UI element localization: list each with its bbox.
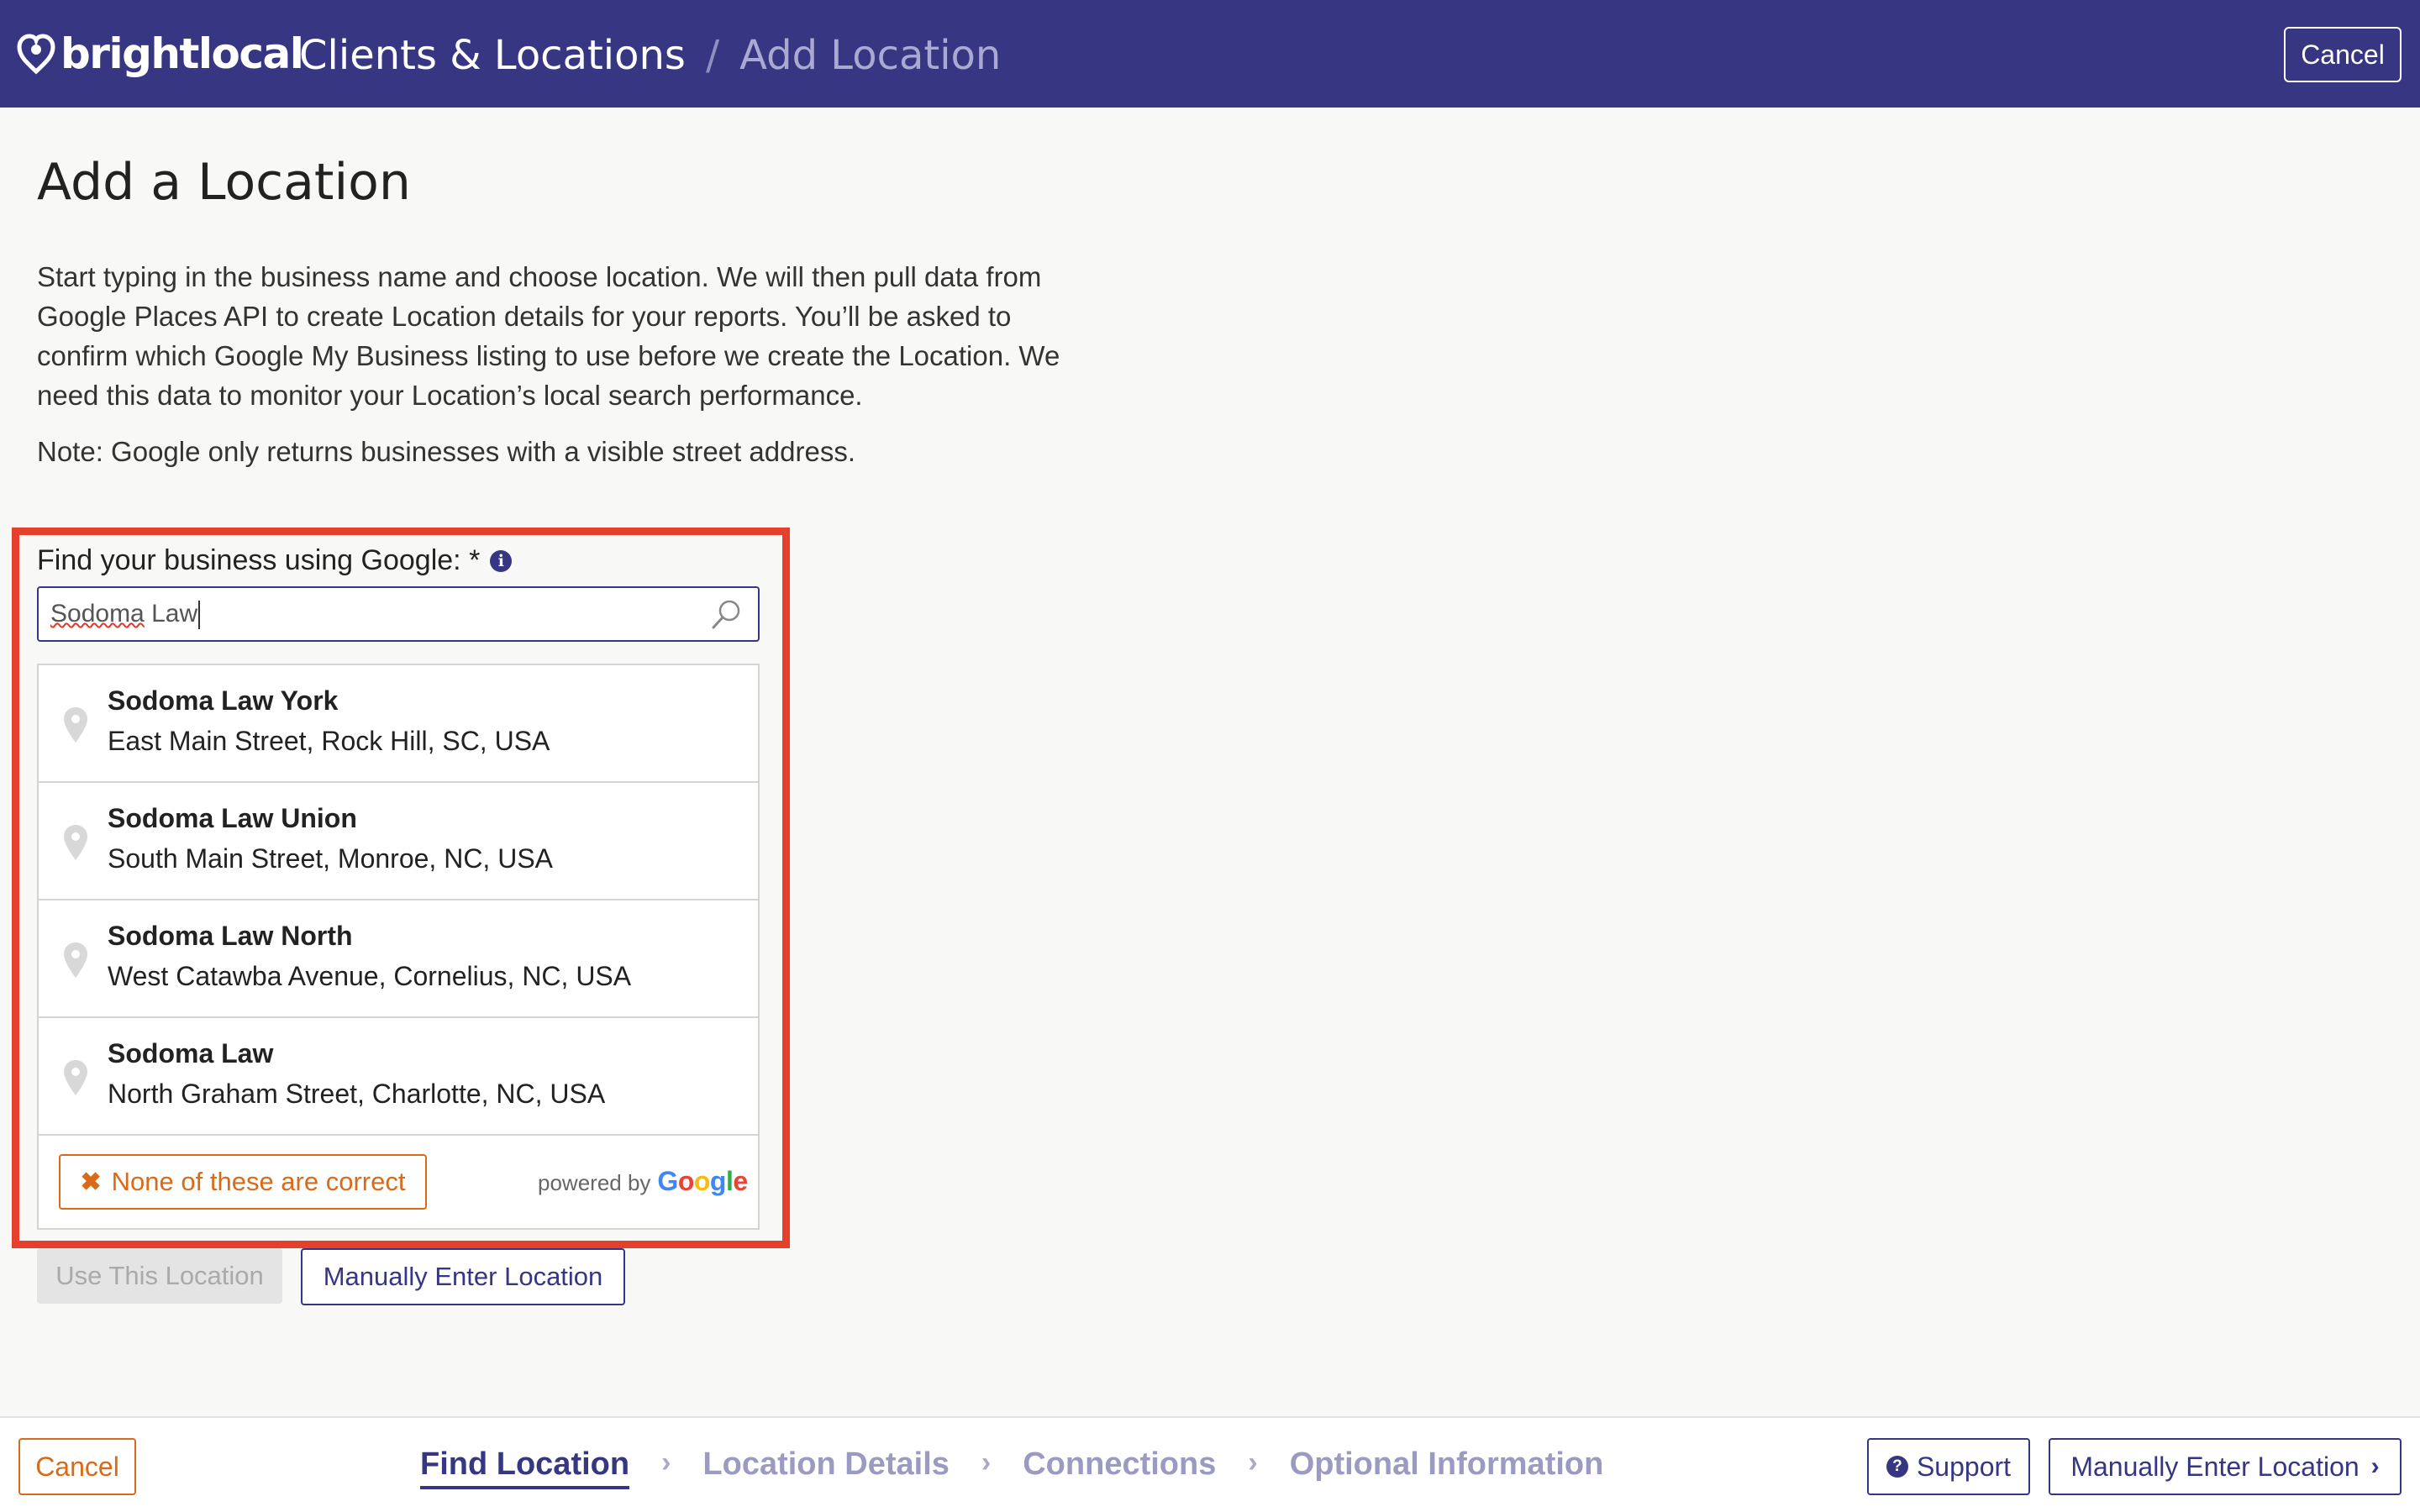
suggestion-address: East Main Street, Rock Hill, SC, USA xyxy=(108,726,550,756)
suggestion-address: North Graham Street, Charlotte, NC, USA xyxy=(108,1079,606,1109)
step-optional-information[interactable]: Optional Information xyxy=(1290,1446,1604,1483)
breadcrumb-current: Add Location xyxy=(739,32,1002,79)
suggestion-item[interactable]: Sodoma Law York East Main Street, Rock H… xyxy=(39,665,758,783)
step-find-location[interactable]: Find Location xyxy=(420,1446,630,1489)
powered-by-text: powered by xyxy=(538,1170,651,1195)
map-pin-icon xyxy=(64,825,87,860)
suggestion-address: West Catawba Avenue, Cornelius, NC, USA xyxy=(108,961,632,991)
map-pin-icon xyxy=(64,1060,87,1095)
footer-bar: Cancel Find Location › Location Details … xyxy=(0,1416,2420,1512)
suggestion-address: South Main Street, Monroe, NC, USA xyxy=(108,843,553,874)
header-cancel-button[interactable]: Cancel xyxy=(2284,27,2402,82)
close-icon: ✖ xyxy=(80,1168,102,1196)
spellcheck-word: Sodoma xyxy=(50,600,145,627)
intro-text: Start typing in the business name and ch… xyxy=(37,261,1060,411)
chevron-right-icon: › xyxy=(2370,1452,2380,1480)
note-text: Note: Google only returns businesses wit… xyxy=(37,436,855,467)
step-connections[interactable]: Connections xyxy=(1023,1446,1216,1483)
footer-cancel-button[interactable]: Cancel xyxy=(18,1438,136,1495)
suggestion-name: Sodoma Law North xyxy=(108,921,353,951)
suggestion-item[interactable]: Sodoma Law North Graham Street, Charlott… xyxy=(39,1018,758,1136)
breadcrumb-clients-locations[interactable]: Clients & Locations xyxy=(299,32,686,79)
search-input-value[interactable]: Sodoma Law xyxy=(50,600,201,630)
chevron-right-icon: › xyxy=(1248,1446,1258,1478)
search-field-label: Find your business using Google: * i xyxy=(37,544,513,577)
heart-pin-logo-icon xyxy=(17,34,55,75)
use-this-location-button[interactable]: Use This Location xyxy=(37,1248,282,1304)
top-header: brightlocal Clients & Locations / Add Lo… xyxy=(0,0,2420,108)
breadcrumb-separator: / xyxy=(705,32,720,79)
suggestions-dropdown: Sodoma Law York East Main Street, Rock H… xyxy=(37,664,760,1230)
google-logo: Google xyxy=(657,1166,748,1196)
none-correct-label: None of these are correct xyxy=(111,1167,406,1196)
powered-by-google: powered by Google xyxy=(538,1166,748,1197)
support-button[interactable]: ? Support xyxy=(1867,1438,2030,1495)
page-title: Add a Location xyxy=(37,153,411,212)
suggestion-name: Sodoma Law xyxy=(108,1038,274,1068)
breadcrumb: Clients & Locations / Add Location xyxy=(299,32,1001,79)
map-pin-icon xyxy=(64,942,87,978)
support-label: Support xyxy=(1916,1451,2012,1482)
search-icon[interactable] xyxy=(709,598,743,632)
suggestion-item[interactable]: Sodoma Law Union South Main Street, Monr… xyxy=(39,783,758,900)
map-pin-icon xyxy=(64,707,87,743)
none-correct-button[interactable]: ✖ None of these are correct xyxy=(59,1154,427,1210)
search-label-text: Find your business using Google: * xyxy=(37,544,481,576)
wizard-steps: Find Location › Location Details › Conne… xyxy=(420,1446,1603,1494)
business-search-input[interactable]: Sodoma Law xyxy=(37,586,760,642)
question-circle-icon: ? xyxy=(1886,1456,1908,1478)
chevron-right-icon: › xyxy=(981,1446,992,1478)
info-icon[interactable]: i xyxy=(490,549,513,572)
manually-enter-location-button[interactable]: Manually Enter Location xyxy=(301,1248,625,1305)
brand-name: brightlocal xyxy=(60,29,304,78)
suggestion-name: Sodoma Law Union xyxy=(108,803,357,833)
suggestion-name: Sodoma Law York xyxy=(108,685,339,716)
suggestion-item[interactable]: Sodoma Law North West Catawba Avenue, Co… xyxy=(39,900,758,1018)
text-caret xyxy=(198,601,201,630)
brightlocal-logo[interactable]: brightlocal xyxy=(17,25,304,82)
step-location-details[interactable]: Location Details xyxy=(702,1446,950,1483)
chevron-right-icon: › xyxy=(661,1446,671,1478)
footer-manually-enter-location-button[interactable]: Manually Enter Location › xyxy=(2049,1438,2402,1495)
search-value-rest: Law xyxy=(144,600,198,627)
footer-manual-label: Manually Enter Location xyxy=(2070,1451,2360,1482)
